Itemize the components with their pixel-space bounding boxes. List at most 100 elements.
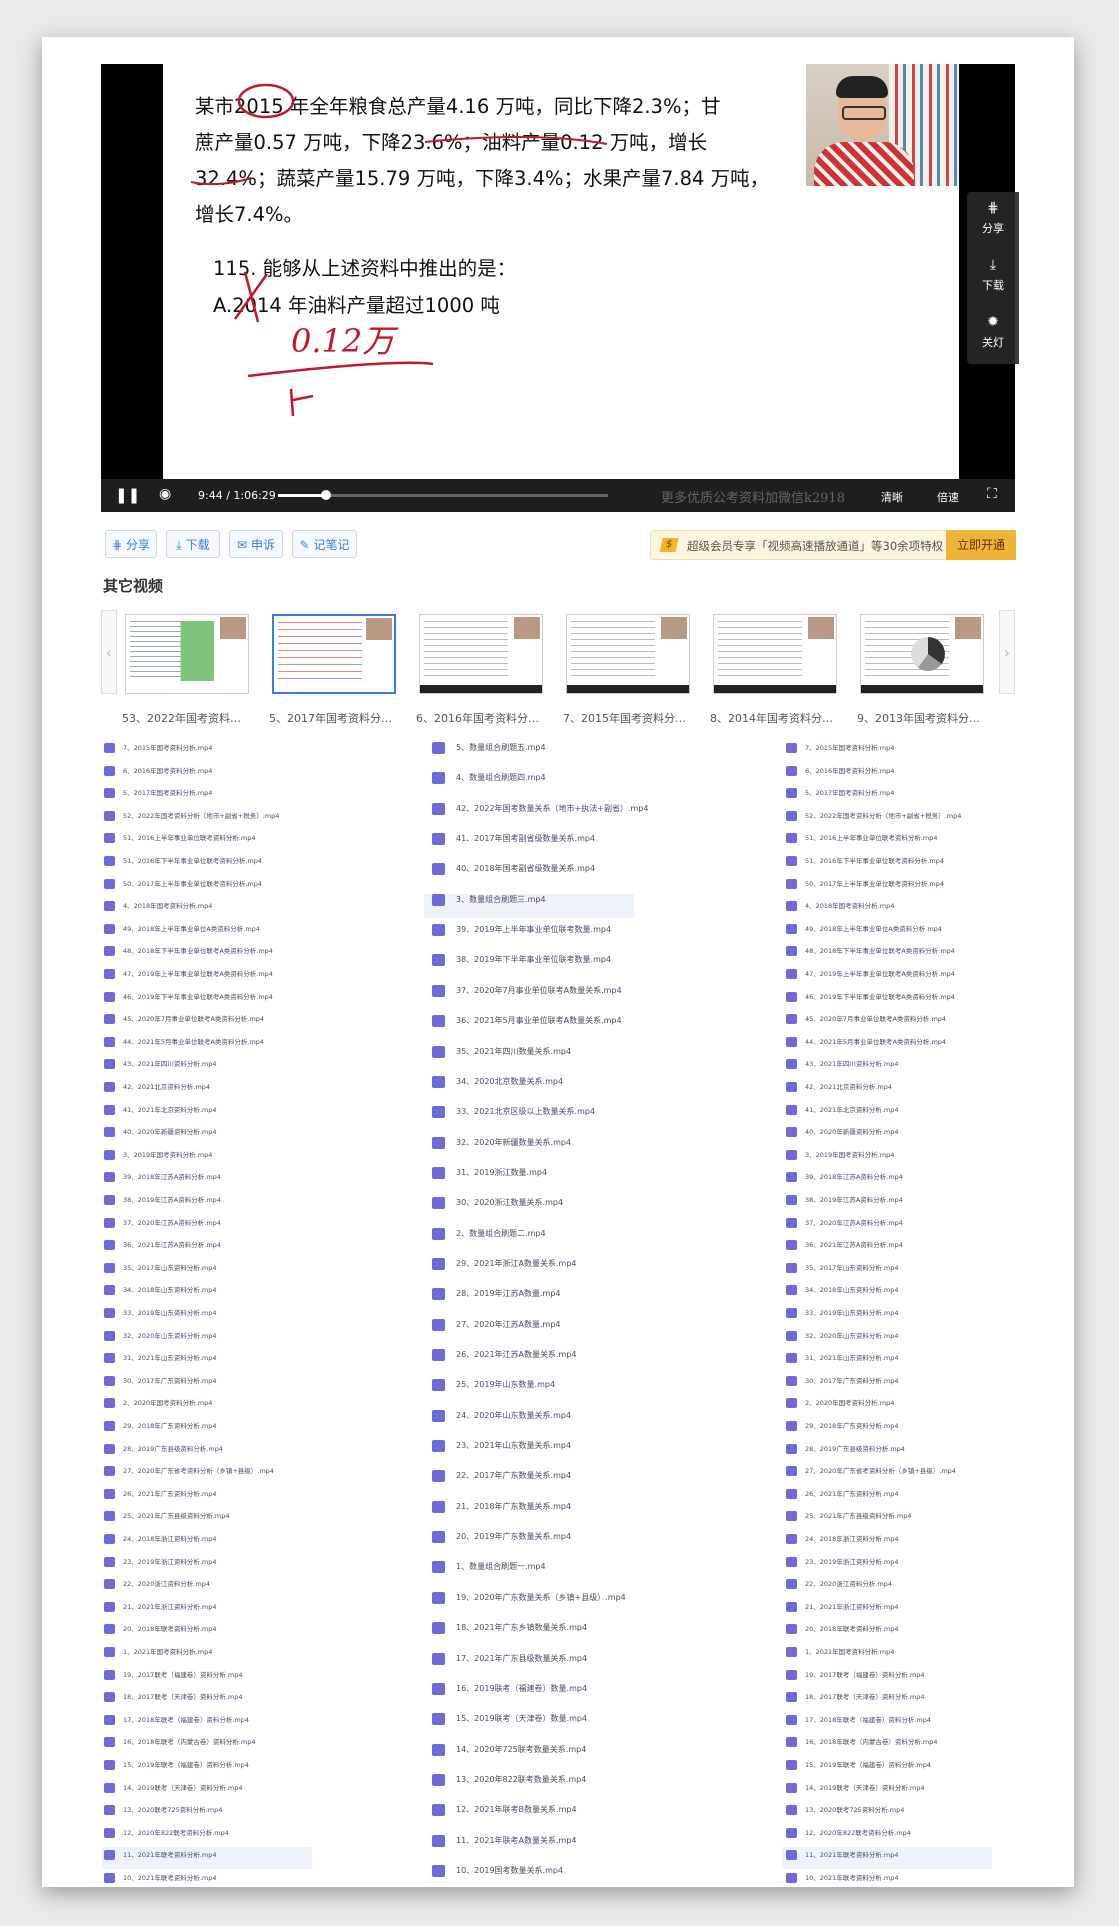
video-file-icon: [104, 1443, 115, 1454]
file-name: 17、2021年广东县级数量关系.mp4: [456, 1653, 588, 1663]
video-file-icon: [786, 1466, 797, 1477]
file-name: 11、2021年联考资料分析.mp4: [123, 1851, 217, 1860]
megaphone-icon: ✉: [237, 538, 248, 552]
video-file-icon: [104, 969, 115, 979]
video-thumbnail[interactable]: [125, 614, 249, 694]
video-file-icon: [432, 954, 445, 967]
file-name: 31、2019浙江数量.mp4: [456, 1167, 548, 1177]
file-name: 20、2019年广东数量关系.mp4: [456, 1532, 572, 1542]
file-name: 17、2018年联考（福建卷）资料分析.mp4: [805, 1715, 931, 1724]
chevron-right-icon: ›: [1003, 643, 1011, 662]
share-button[interactable]: ⋕ 分享: [105, 530, 157, 558]
video-file-icon: [104, 1082, 115, 1092]
video-file-icon: [786, 923, 797, 934]
video-file-icon: [104, 923, 115, 934]
side-share-button[interactable]: ⋕ 分享: [967, 192, 1019, 249]
video-file-icon: [104, 1556, 115, 1567]
file-name: 11、2021年联考A数量关系.mp4: [456, 1835, 577, 1845]
video-file-icon: [432, 1743, 445, 1756]
video-file-icon: [786, 1873, 797, 1883]
file-name: 20、2018年联考资料分析.mp4: [123, 1625, 217, 1634]
file-name: 43、2021年四川资料分析.mp4: [805, 1060, 899, 1069]
file-name: 22、2020浙江资料分析.mp4: [805, 1580, 892, 1589]
video-thumbnail[interactable]: [713, 614, 837, 694]
video-file-icon: [104, 1466, 115, 1477]
video-file-icon: [432, 1682, 445, 1695]
download-button[interactable]: ⤓ 下载: [166, 530, 220, 558]
playback-time: 9:44 / 1:06:29: [198, 489, 276, 502]
carousel-next-button[interactable]: ›: [999, 610, 1015, 694]
video-thumbnail[interactable]: [860, 614, 984, 694]
video-file-icon: [432, 1440, 445, 1453]
video-file-icon: [786, 833, 797, 844]
video-file-icon: [432, 1166, 445, 1179]
file-name: 16、2019联考（福建卷）数量.mp4: [456, 1683, 588, 1693]
file-name: 24、2020年山东数量关系.mp4: [456, 1410, 572, 1420]
slide-line: 蔗产量0.57 万吨，下降23.6%；油料产量0.12 万吨，增长: [195, 131, 708, 154]
file-name: 49、2018年上半年事业单位A类资料分析.mp4: [805, 924, 942, 933]
video-file-icon: [786, 788, 797, 799]
file-name: 37、2020年江苏A资料分析.mp4: [805, 1218, 903, 1227]
video-player[interactable]: 某市2015 年全年粮食总产量4.16 万吨，同比下降2.3%；甘 蔗产量0.5…: [101, 64, 1019, 512]
file-name: 36、2021年5月事业单位联考A数量关系.mp4: [456, 1016, 622, 1026]
video-file-icon: [432, 1349, 445, 1361]
slide-line: 32.4%；蔬菜产量15.79 万吨，下降3.4%；水果产量7.84 万吨，: [195, 167, 770, 190]
file-name: 13、2020年822联考数量关系.mp4: [456, 1774, 587, 1784]
video-file-icon: [432, 1318, 445, 1331]
video-thumbnail-label[interactable]: 9、2013年国考资料分析.mp4: [857, 710, 985, 726]
video-thumbnail-label[interactable]: 6、2016年国考资料分析.mp4: [416, 710, 544, 726]
video-thumbnail-label[interactable]: 5、2017年国考资料分析.mp4: [269, 710, 397, 726]
file-name: 12、2021年联考B数量关系.mp4: [456, 1805, 577, 1815]
vip-banner[interactable]: $ 超级会员专享「视频高速播放通道」等30余项特权 立即开通: [650, 530, 1016, 560]
file-name: 29、2018年广东资料分析.mp4: [805, 1422, 899, 1430]
file-name: 21、2021年浙江资料分析.mp4: [123, 1602, 217, 1611]
video-file-icon: [432, 1561, 445, 1574]
video-file-icon: [432, 1075, 445, 1088]
progress-handle[interactable]: [321, 490, 332, 500]
file-name: 44、2021年5月事业单位联考A类资料分析.mp4: [805, 1037, 947, 1046]
file-name: 11、2021年联考资料分析.mp4: [805, 1851, 899, 1860]
video-file-icon: [432, 1470, 445, 1483]
video-thumbnail-selected[interactable]: [272, 614, 396, 694]
file-name: 50、2017年上半年事业单位联考资料分析.mp4: [123, 879, 262, 888]
video-thumbnail-label[interactable]: 53、2022年国考资料分析.mp4: [122, 710, 250, 726]
video-file-icon: [786, 901, 797, 912]
file-name: 48、2018年下半年事业单位联考A类资料分析.mp4: [805, 947, 955, 956]
video-thumbnail-label[interactable]: 7、2015年国考资料分析.mp4: [563, 710, 691, 726]
video-file-icon: [104, 1421, 115, 1431]
file-name: 41、2017年国考副省级数量关系.mp4: [456, 834, 596, 844]
vip-text: 超级会员专享「视频高速播放通道」等30余项特权: [687, 539, 944, 553]
appeal-button[interactable]: ✉ 申诉: [229, 530, 283, 558]
video-file-icon: [786, 1172, 797, 1183]
take-notes-button[interactable]: ✎ 记笔记: [292, 530, 357, 558]
file-name: 13、2020联考725资料分析.mp4: [805, 1806, 905, 1815]
file-name: 23、2019年浙江资料分析.mp4: [123, 1557, 217, 1566]
file-name: 32、2020年山东资料分析.mp4: [123, 1331, 217, 1340]
fullscreen-icon[interactable]: ⛶: [987, 486, 997, 502]
speed-button[interactable]: 倍速: [937, 489, 959, 505]
file-name: 25、2019年山东数量.mp4: [456, 1380, 556, 1390]
pause-icon[interactable]: ❚❚: [115, 486, 140, 504]
file-name: 25、2021年广东县级资料分析.mp4: [123, 1512, 230, 1521]
video-file-icon: [104, 1760, 115, 1770]
video-file-icon: [432, 1773, 445, 1786]
carousel-prev-button[interactable]: ‹: [101, 610, 117, 694]
file-name: 31、2021年山东资料分析.mp4: [123, 1354, 217, 1363]
vip-open-button[interactable]: 立即开通: [946, 530, 1016, 560]
video-file-icon: [786, 743, 797, 753]
progress-track[interactable]: [278, 490, 608, 500]
video-thumbnail[interactable]: [566, 614, 690, 694]
video-file-icon: [432, 1045, 445, 1058]
file-name: 40、2018年国考副省级数量关系.mp4: [456, 864, 596, 874]
volume-icon[interactable]: ◉: [159, 486, 171, 502]
side-lights-off-button[interactable]: ✹ 关灯: [967, 306, 1019, 363]
file-name: 6、2016年国考资料分析.mp4: [123, 766, 213, 775]
video-file-icon: [104, 1714, 115, 1725]
side-download-button[interactable]: ⤓ 下载: [967, 249, 1019, 306]
video-thumbnail[interactable]: [419, 614, 543, 694]
file-name: 34、2020北京数量关系.mp4: [456, 1076, 564, 1086]
clarity-button[interactable]: 清晰: [881, 489, 903, 505]
video-thumbnail-label[interactable]: 8、2014年国考资料分析.mp4: [710, 710, 838, 726]
video-file-icon: [432, 742, 445, 754]
file-name: 32、2020年新疆数量关系.mp4: [456, 1137, 572, 1147]
